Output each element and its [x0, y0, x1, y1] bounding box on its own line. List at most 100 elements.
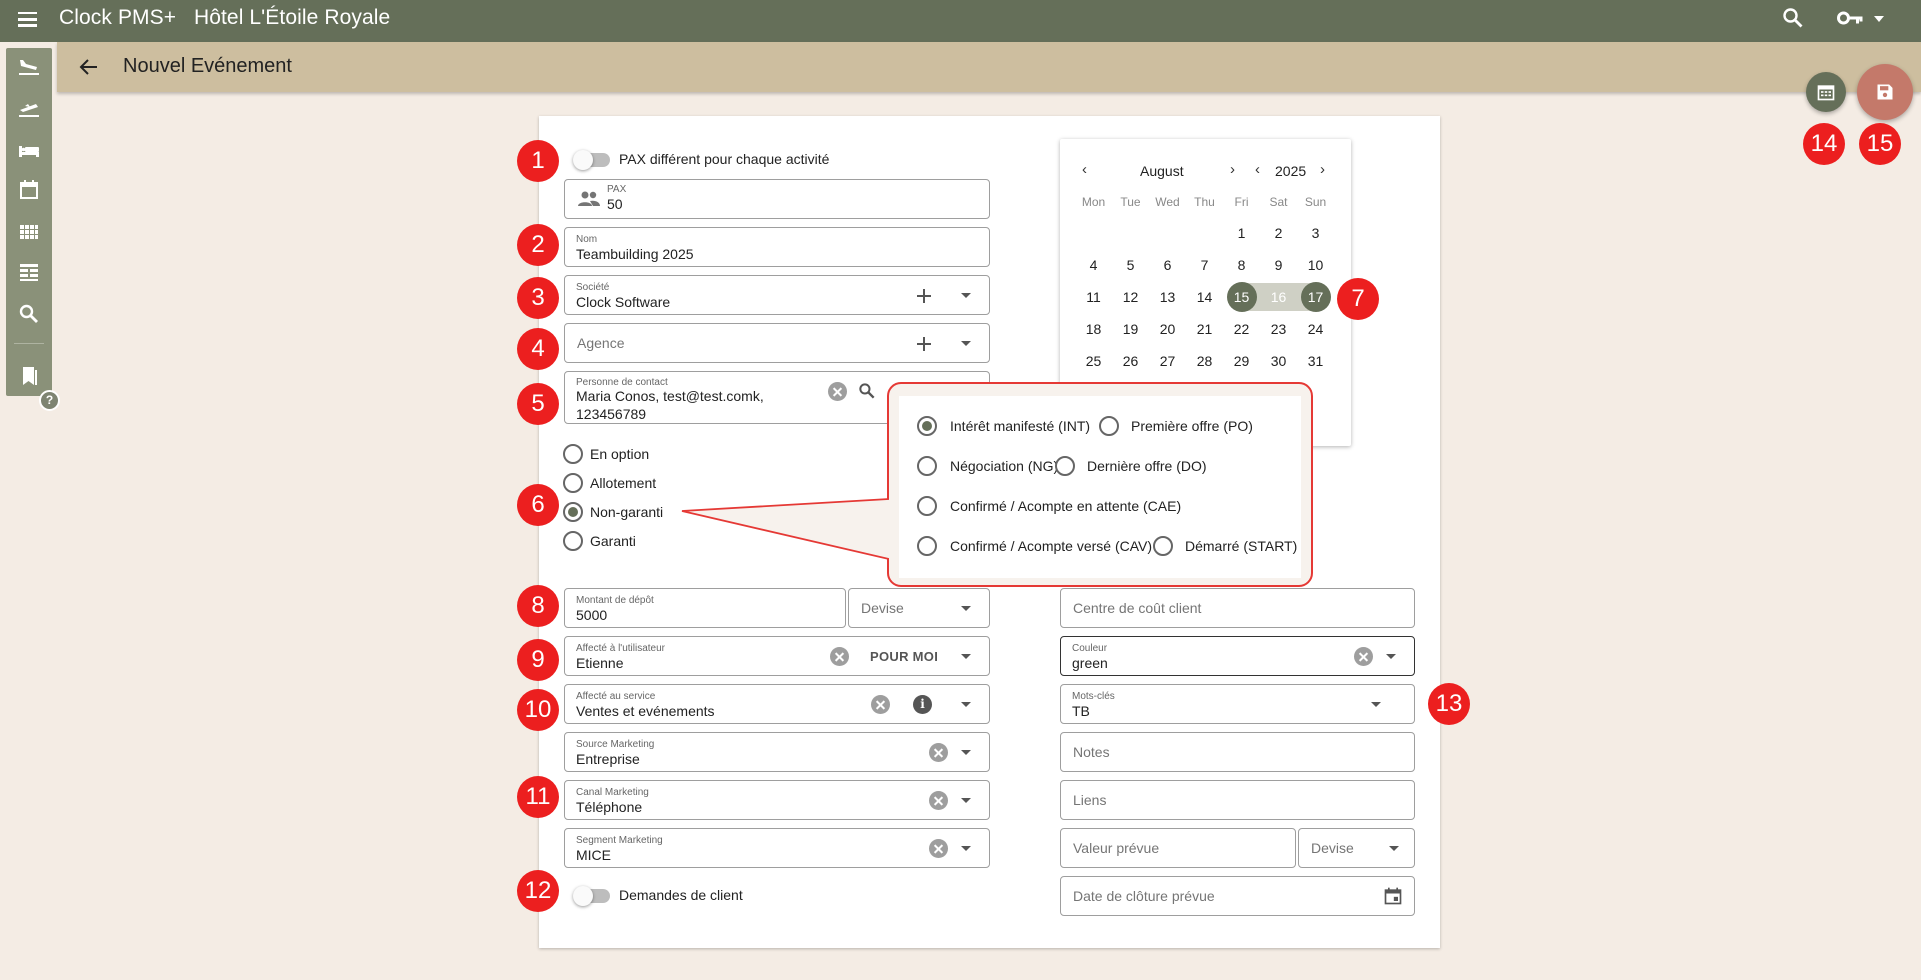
clear-couleur-icon[interactable] — [1354, 647, 1373, 666]
calendar-day[interactable]: 19 — [1116, 314, 1146, 344]
search-contact-icon[interactable] — [857, 381, 877, 401]
centre-cout-field[interactable]: Centre de coût client — [1060, 588, 1415, 628]
source-dropdown-icon[interactable] — [961, 750, 971, 755]
stage-radio-cae[interactable] — [917, 496, 937, 516]
canal-dropdown-icon[interactable] — [961, 798, 971, 803]
clear-segment-icon[interactable] — [929, 839, 948, 858]
add-agence-icon[interactable] — [917, 337, 931, 351]
calendar-day[interactable]: 30 — [1264, 346, 1294, 376]
calendar-day[interactable]: 8 — [1227, 250, 1257, 280]
calendar-day[interactable]: 17 — [1300, 282, 1331, 312]
calendar-day[interactable]: 7 — [1190, 250, 1220, 280]
next-year-icon[interactable]: › — [1320, 161, 1325, 178]
calendar-day[interactable]: 2 — [1264, 218, 1294, 248]
agence-dropdown-icon[interactable] — [961, 341, 971, 346]
source-marketing-field[interactable]: Source Marketing Entreprise — [564, 732, 990, 772]
calendar-day[interactable]: 16 — [1264, 282, 1294, 312]
liens-field[interactable]: Liens — [1060, 780, 1415, 820]
pax-field[interactable]: PAX 50 — [564, 179, 990, 219]
calendar-day[interactable]: 24 — [1301, 314, 1331, 344]
prev-month-icon[interactable]: ‹ — [1082, 161, 1087, 178]
event-calendar-icon[interactable] — [1383, 886, 1403, 906]
calendar-day[interactable]: 25 — [1079, 346, 1109, 376]
search-icon[interactable] — [1781, 6, 1805, 30]
devise-valeur-dropdown-icon[interactable] — [1389, 846, 1399, 851]
mots-cles-field[interactable]: Mots-clés TB — [1060, 684, 1415, 724]
couleur-dropdown-icon[interactable] — [1386, 654, 1396, 659]
pax-different-toggle[interactable] — [573, 150, 610, 170]
clear-canal-icon[interactable] — [929, 791, 948, 810]
pour-moi-button[interactable]: POUR MOI — [870, 649, 938, 664]
stage-radio-po[interactable] — [1099, 416, 1119, 436]
calendar-day[interactable]: 15 — [1226, 282, 1257, 312]
canal-marketing-field[interactable]: Canal Marketing Téléphone — [564, 780, 990, 820]
back-arrow-icon[interactable] — [77, 55, 101, 79]
segment-dropdown-icon[interactable] — [961, 846, 971, 851]
devise-select[interactable]: Devise — [848, 588, 990, 628]
societe-field[interactable]: Société Clock Software — [564, 275, 990, 315]
stage-radio-cav[interactable] — [917, 536, 937, 556]
key-icon[interactable] — [1837, 8, 1863, 28]
add-societe-icon[interactable] — [917, 289, 931, 303]
calendar-day[interactable]: 31 — [1301, 346, 1331, 376]
depot-field[interactable]: Montant de dépôt 5000 — [564, 588, 846, 628]
menu-icon[interactable] — [18, 8, 44, 34]
valeur-prevue-field[interactable]: Valeur prévue — [1060, 828, 1296, 868]
prev-year-icon[interactable]: ‹ — [1255, 161, 1260, 178]
grid-icon[interactable] — [17, 220, 41, 244]
demandes-toggle[interactable] — [573, 886, 610, 906]
departures-icon[interactable] — [17, 96, 41, 120]
date-cloture-field[interactable]: Date de clôture prévue — [1060, 876, 1415, 916]
arrivals-icon[interactable] — [17, 54, 41, 78]
calendar-day[interactable]: 4 — [1079, 250, 1109, 280]
calendar-day[interactable]: 13 — [1153, 282, 1183, 312]
clear-source-icon[interactable] — [929, 743, 948, 762]
clear-utilisateur-icon[interactable] — [830, 647, 849, 666]
calendar-day[interactable]: 27 — [1153, 346, 1183, 376]
calendar-day[interactable]: 9 — [1264, 250, 1294, 280]
status-radio-non-garanti[interactable] — [563, 502, 583, 522]
societe-dropdown-icon[interactable] — [961, 293, 971, 298]
help-icon[interactable]: ? — [39, 390, 60, 411]
bed-icon[interactable] — [17, 138, 41, 162]
calendar-day[interactable]: 11 — [1079, 282, 1109, 312]
calendar-fab[interactable] — [1806, 72, 1846, 112]
stage-radio-int[interactable] — [917, 416, 937, 436]
clear-contact-icon[interactable] — [828, 382, 847, 401]
calendar-day[interactable]: 10 — [1301, 250, 1331, 280]
calendar-day[interactable]: 20 — [1153, 314, 1183, 344]
next-month-icon[interactable]: › — [1230, 161, 1235, 178]
bookmark-icon[interactable] — [17, 364, 41, 388]
devise-valeur-select[interactable]: Devise — [1298, 828, 1415, 868]
calendar-day[interactable]: 26 — [1116, 346, 1146, 376]
calendar-day[interactable]: 18 — [1079, 314, 1109, 344]
segment-marketing-field[interactable]: Segment Marketing MICE — [564, 828, 990, 868]
service-field[interactable]: Affecté au service Ventes et evénements … — [564, 684, 990, 724]
calendar-day[interactable]: 3 — [1301, 218, 1331, 248]
save-fab[interactable] — [1857, 64, 1913, 120]
calendar-icon[interactable] — [17, 178, 41, 202]
nom-field[interactable]: Nom Teambuilding 2025 — [564, 227, 990, 267]
info-icon[interactable]: i — [913, 695, 932, 714]
stage-radio-do[interactable] — [1055, 456, 1075, 476]
calendar-day[interactable]: 5 — [1116, 250, 1146, 280]
agence-field[interactable]: Agence — [564, 323, 990, 363]
mots-cles-dropdown-icon[interactable] — [1371, 702, 1381, 707]
calendar-day[interactable]: 29 — [1227, 346, 1257, 376]
utilisateur-dropdown-icon[interactable] — [961, 654, 971, 659]
status-radio-en-option[interactable] — [563, 444, 583, 464]
calendar-day[interactable]: 1 — [1227, 218, 1257, 248]
calendar-day[interactable]: 28 — [1190, 346, 1220, 376]
stage-radio-start[interactable] — [1153, 536, 1173, 556]
clear-service-icon[interactable] — [871, 695, 890, 714]
utilisateur-field[interactable]: Affecté à l'utilisateur Etienne POUR MOI — [564, 636, 990, 676]
service-dropdown-icon[interactable] — [961, 702, 971, 707]
status-radio-garanti[interactable] — [563, 531, 583, 551]
search-nav-icon[interactable] — [17, 302, 41, 326]
calendar-day[interactable]: 21 — [1190, 314, 1220, 344]
calendar-day[interactable]: 22 — [1227, 314, 1257, 344]
notes-field[interactable]: Notes — [1060, 732, 1415, 772]
calendar-day[interactable]: 14 — [1190, 282, 1220, 312]
status-radio-allotement[interactable] — [563, 473, 583, 493]
stage-radio-ng[interactable] — [917, 456, 937, 476]
